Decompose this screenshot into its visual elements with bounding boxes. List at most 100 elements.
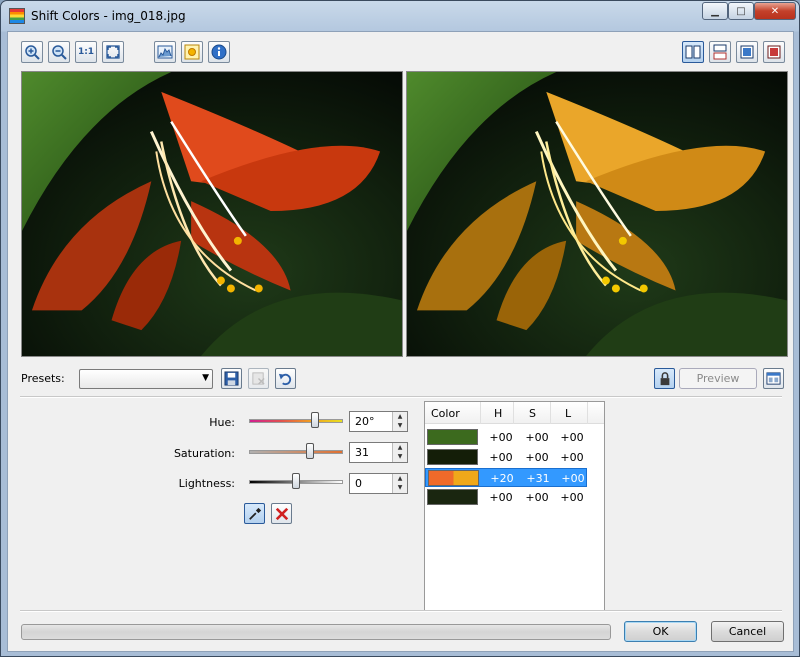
shift-colors-window: Shift Colors - img_018.jpg ▁ □ ✕ 1:1 Pre… [0, 0, 800, 657]
minimize-button[interactable]: ▁ [702, 2, 728, 20]
cell-h: +20 [490, 472, 514, 485]
single-view-red-icon [767, 45, 781, 59]
save-preset-button[interactable] [221, 368, 242, 389]
view-side-by-side-button[interactable] [682, 41, 704, 63]
color-swatch [427, 449, 478, 465]
preview-button[interactable]: Preview [679, 368, 757, 389]
dialog-client-area: 1:1 Presets: ▼ Preview Hue: 20° ▲ ▼ Satu… [7, 31, 794, 652]
fit-window-icon [106, 45, 120, 59]
hue-label: Hue: [209, 416, 235, 429]
hue-slider-thumb[interactable] [311, 412, 319, 428]
color-swatch [428, 470, 479, 486]
hue-slider-track [249, 419, 343, 423]
presets-dropdown[interactable]: ▼ [79, 369, 213, 389]
info-icon [211, 44, 227, 60]
table-row[interactable]: +00 +00 +00 [425, 488, 587, 507]
cell-h: +00 [489, 491, 513, 504]
eyedropper-icon [248, 507, 261, 520]
progress-bar [21, 624, 611, 640]
cell-l: +00 [560, 491, 584, 504]
cell-h: +00 [489, 451, 513, 464]
auto-adjust-button[interactable] [181, 41, 203, 63]
spin-arrows-icon[interactable]: ▲ ▼ [392, 443, 407, 462]
app-icon [9, 8, 25, 24]
table-row[interactable]: +20 +31 +00 [425, 468, 587, 487]
layout-toggle-button[interactable] [763, 368, 784, 389]
table-row[interactable]: +00 +00 +00 [425, 448, 587, 467]
lock-preview-button[interactable] [654, 368, 675, 389]
title-bar[interactable]: Shift Colors - img_018.jpg ▁ □ ✕ [1, 1, 799, 31]
color-swatch [427, 429, 478, 445]
hue-value: 20° [355, 415, 375, 428]
shifted-flower-image [407, 72, 787, 356]
cell-h: +00 [489, 431, 513, 444]
undo-icon [278, 373, 292, 386]
lightness-value: 0 [355, 477, 362, 490]
divider [20, 396, 782, 398]
delete-preset-button[interactable] [248, 368, 269, 389]
eyedropper-button[interactable] [244, 503, 265, 524]
spin-arrows-icon[interactable]: ▲ ▼ [392, 412, 407, 431]
split-vertical-icon [685, 45, 701, 59]
histogram-icon [157, 45, 173, 59]
histogram-button[interactable] [154, 41, 176, 63]
saturation-label: Saturation: [173, 447, 235, 460]
zoom-out-icon [52, 45, 67, 60]
cell-l: +00 [560, 431, 584, 444]
column-header-h[interactable]: H [494, 407, 502, 420]
hue-slider[interactable] [249, 412, 343, 430]
zoom-in-button[interactable] [21, 41, 43, 63]
maximize-button[interactable]: □ [728, 2, 754, 20]
close-button[interactable]: ✕ [754, 2, 796, 20]
view-stacked-button[interactable] [709, 41, 731, 63]
presets-label: Presets: [21, 372, 65, 385]
chevron-down-icon: ▼ [202, 373, 209, 383]
lightness-slider[interactable] [249, 473, 343, 491]
column-header-color[interactable]: Color [431, 407, 460, 420]
original-image-pane[interactable] [21, 71, 403, 357]
lock-icon [660, 371, 669, 385]
zoom-out-button[interactable] [48, 41, 70, 63]
lightness-slider-thumb[interactable] [292, 473, 300, 489]
fit-to-window-button[interactable] [102, 41, 124, 63]
cell-s: +00 [525, 451, 549, 464]
sun-icon [184, 44, 200, 60]
layout-icon [766, 372, 781, 385]
info-button[interactable] [208, 41, 230, 63]
cell-s: +00 [525, 431, 549, 444]
view-result-button[interactable] [763, 41, 785, 63]
saturation-slider[interactable] [249, 443, 343, 461]
column-header-l[interactable]: L [565, 407, 571, 420]
result-image-pane[interactable] [406, 71, 788, 357]
lightness-spinbox[interactable]: 0 ▲ ▼ [349, 473, 408, 494]
divider [20, 610, 782, 612]
color-swatch [427, 489, 478, 505]
remove-color-button[interactable] [271, 503, 292, 524]
delete-preset-icon [252, 372, 265, 385]
cell-l: +00 [560, 451, 584, 464]
cell-l: +00 [561, 472, 585, 485]
split-horizontal-icon [713, 44, 727, 60]
saturation-spinbox[interactable]: 31 ▲ ▼ [349, 442, 408, 463]
spin-arrows-icon[interactable]: ▲ ▼ [392, 474, 407, 493]
cell-s: +31 [526, 472, 550, 485]
actual-size-button[interactable]: 1:1 [75, 41, 97, 63]
saturation-slider-thumb[interactable] [306, 443, 314, 459]
red-x-icon [275, 507, 288, 520]
view-original-button[interactable] [736, 41, 758, 63]
hue-spinbox[interactable]: 20° ▲ ▼ [349, 411, 408, 432]
single-view-blue-icon [740, 45, 754, 59]
saturation-slider-track [249, 450, 343, 454]
lightness-label: Lightness: [178, 477, 235, 490]
ok-button[interactable]: OK [624, 621, 697, 642]
saturation-value: 31 [355, 446, 369, 459]
zoom-in-icon [25, 45, 40, 60]
cancel-button[interactable]: Cancel [711, 621, 784, 642]
table-row[interactable]: +00 +00 +00 [425, 428, 587, 447]
column-header-s[interactable]: S [529, 407, 536, 420]
table-header: Color H S L [425, 402, 604, 424]
reset-button[interactable] [275, 368, 296, 389]
window-title: Shift Colors - img_018.jpg [31, 9, 186, 23]
color-shift-table[interactable]: Color H S L +00 +00 +00 +00 +00 +00 +20 +31 +00 +… [424, 401, 605, 611]
original-flower-image [22, 72, 402, 356]
